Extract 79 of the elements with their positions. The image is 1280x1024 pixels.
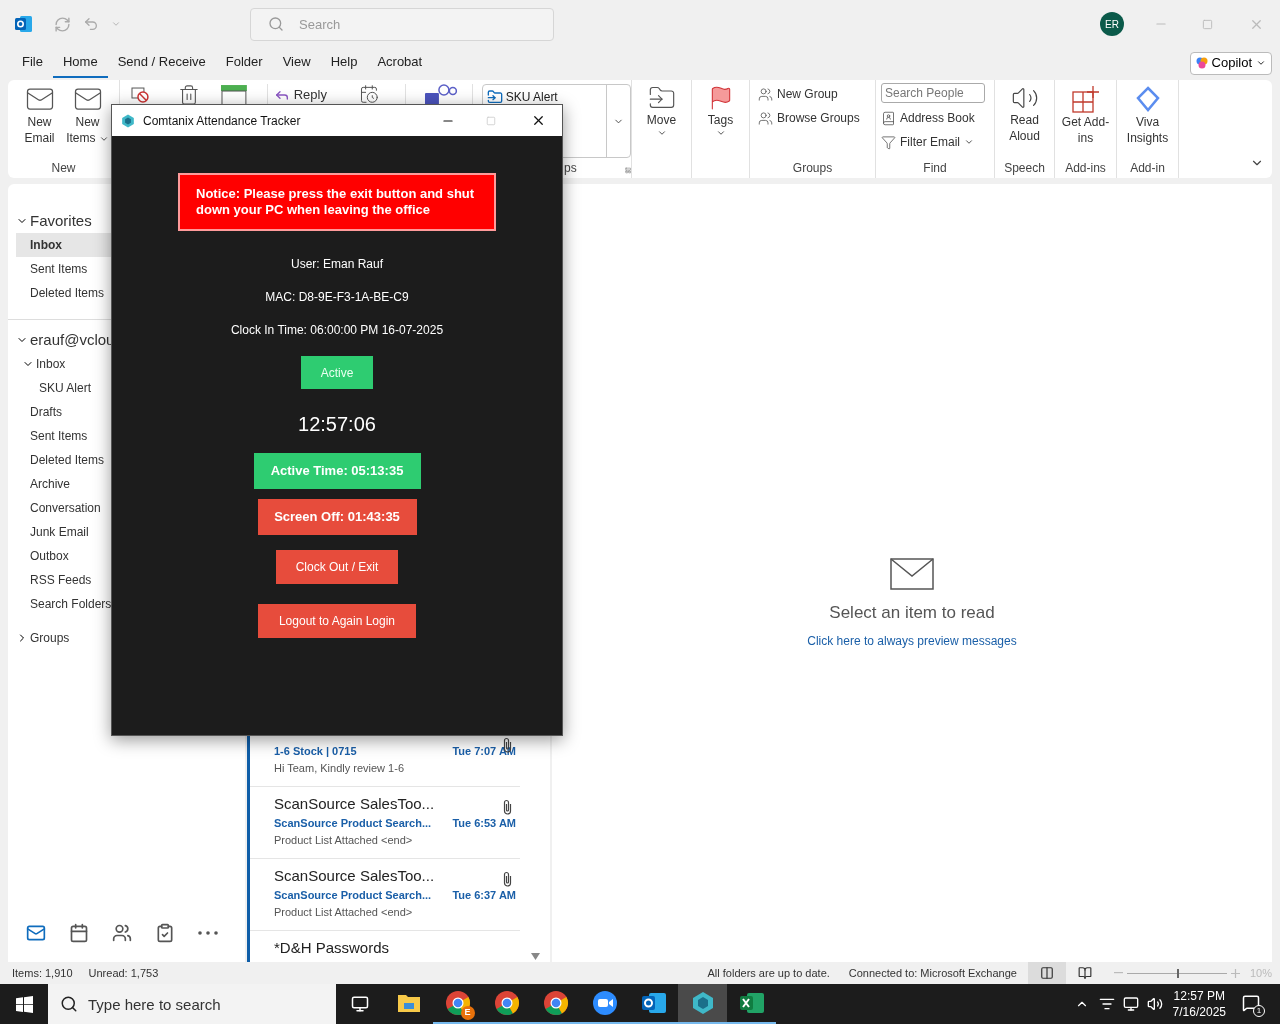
new-button[interactable]: New Email [17,84,62,161]
sender-name: ScanSource SalesToo... [274,865,435,886]
logout-button[interactable]: Logout to Again Login [258,604,416,638]
find-button[interactable]: Address Book [881,109,994,127]
item-count: Items: 1,910 [12,965,73,981]
menu-tab[interactable]: Help [320,48,368,78]
search-people-field[interactable]: Search People [881,83,985,103]
group-label: Find [922,161,948,177]
menu-tab[interactable]: View [272,48,321,78]
clock-out-button[interactable]: Clock Out / Exit [276,550,398,584]
folder-item[interactable]: Outbox [30,544,69,568]
user-label: User: Eman Rauf [290,256,383,273]
folder-item[interactable]: Search Folders [30,592,112,616]
folder-item[interactable]: RSS Feeds [30,568,92,592]
message-preview: Hi Team, Kindly review 1-6 [274,760,405,776]
quick-step[interactable]: SKU Alert [486,88,606,106]
tags-button[interactable]: Tags [692,80,749,161]
reply-button[interactable]: Reply [273,84,327,106]
mac-label: MAC: D8-9E-F3-1A-BE-C9 [265,289,409,306]
viva-insights-button[interactable]: Viva Insights [1117,80,1178,161]
message-preview: Product List Attached <end> [274,832,414,848]
menu-tab[interactable]: Acrobat [367,48,433,78]
copilot-button[interactable]: Copilot [1189,51,1272,75]
group-button[interactable]: Browse Groups [758,109,875,127]
clock[interactable]: 12:57 PM 7/16/2025 [1172,988,1226,1020]
read-aloud-button[interactable]: Read Aloud [995,80,1054,161]
folder-item[interactable]: Junk Email [30,520,89,544]
status-badge: Active [301,356,373,389]
notice-banner: Notice: Please press the exit button and shut down your PC when leaving the office [178,173,496,231]
folder-item[interactable]: Inbox [16,233,111,257]
message-subject: 1-6 Stock | 0715 [274,744,357,759]
group-label: Groups [791,161,834,177]
folder-item[interactable]: Conversation [30,496,101,520]
message-time: Tue 6:37 AM [452,888,516,903]
new-button[interactable]: New Items [65,84,110,161]
move-button[interactable]: Move [632,80,691,161]
sender-name: *D&H Passwords [274,937,390,958]
group-label: ps [564,161,577,175]
group-button[interactable]: New Group [758,85,875,103]
sync-status: All folders are up to date. [707,965,830,981]
folder-item[interactable]: Sent Items [30,257,88,281]
folder-item[interactable]: Archive [30,472,70,496]
folder-section-header[interactable]: Groups [30,629,70,647]
menu-tab[interactable]: Send / Receive [107,48,216,78]
message-time: Tue 7:07 AM [452,744,516,759]
message-time: Tue 6:53 AM [452,816,516,831]
current-time: 12:57:06 [298,412,376,437]
folder-item[interactable]: SKU Alert [39,376,92,400]
window-title: Comtanix Attendance Tracker [143,112,301,130]
menu-tab[interactable]: File [12,48,53,78]
group-label: Add-in [1129,161,1166,177]
menu-tab[interactable]: Home [52,48,108,78]
get-add-ins-button[interactable]: Get Add-ins [1055,80,1116,161]
folder-item[interactable]: Deleted Items [30,448,105,472]
message-subject: ScanSource Product Search... [274,888,432,903]
taskbar-search-field[interactable]: Type here to search [48,984,336,1024]
screen-off-badge: Screen Off: 01:43:35 [257,499,417,535]
active-time-badge: Active Time: 05:13:35 [253,453,421,489]
menu-tab[interactable]: Folder [215,48,273,78]
connection-status: Connected to: Microsoft Exchange [848,965,1017,981]
message-preview: Product List Attached <end> [274,904,414,920]
unread-count: Unread: 1,753 [88,965,159,981]
preview-link[interactable]: Click here to always preview messages [807,631,1017,650]
notification-count: 1 [1253,1005,1265,1017]
clock-in-label: Clock In Time: 06:00:00 PM 16-07-2025 [230,322,444,339]
sender-name: ScanSource SalesToo... [274,793,435,814]
folder-item[interactable]: Deleted Items [30,281,105,305]
folder-item[interactable]: Inbox [36,352,66,376]
group-label: Add-ins [1064,161,1107,177]
group-label: Speech [1003,161,1046,177]
message-subject: ScanSource Product Search... [274,816,432,831]
folder-section-header[interactable]: Favorites [30,209,92,233]
folder-item[interactable]: Drafts [30,400,62,424]
avatar[interactable]: ER [1100,12,1124,36]
folder-item[interactable]: Sent Items [30,424,88,448]
find-button[interactable]: Filter Email [881,133,994,151]
empty-message: Select an item to read [829,602,995,625]
search-field[interactable]: Search [250,7,554,41]
group-label: New [50,161,77,177]
